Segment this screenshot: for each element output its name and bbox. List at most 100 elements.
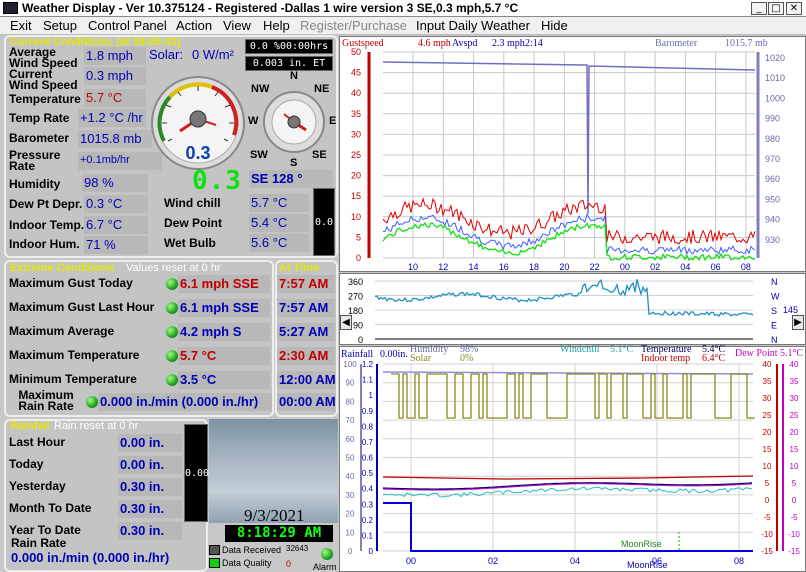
dewpt-depr-value: 0.3 °C (84, 195, 148, 213)
maximize-button[interactable]: □ (768, 2, 784, 15)
timer-hrs-display: 0.0 %00:00hrs (245, 39, 333, 54)
graph1-yleft-tick: 35 (351, 109, 361, 119)
graph3-yright1-tick: 15 (763, 445, 772, 454)
compass-nw-label: NW (251, 83, 270, 95)
graph3-yright1-tick: 30 (763, 394, 772, 403)
menu-register[interactable]: Register/Purchase (300, 18, 407, 33)
indoor-hum-value: 71 % (84, 236, 148, 254)
menu-setup[interactable]: Setup (43, 18, 77, 33)
graph3-yleft1-tick: 30 (346, 491, 355, 500)
graph-scroll-left-button[interactable]: ◀ (340, 315, 352, 330)
extreme-row-led (166, 350, 178, 362)
extreme-conditions-title: Extreme Conditions (10, 262, 114, 274)
graph3-yleft2-tick: 0.3 (362, 500, 374, 509)
graph-scroll-right-button[interactable]: ▶ (792, 315, 804, 330)
graph3-dew-label: Dew Point (735, 348, 778, 359)
graph1-yleft-tick: 20 (351, 171, 361, 181)
graph3-moonrise-label: MoonRise (621, 539, 662, 549)
pressure-rate-label: Pressure Rate (9, 148, 61, 173)
rainfall-reset-note: Rain reset at 0 hr (54, 420, 139, 432)
graph3-yright1-tick: 0 (765, 496, 770, 505)
rain-row-value: 0.30 in. (118, 500, 182, 518)
extreme-row-label: Maximum Gust Last Hour (9, 300, 155, 314)
windchill-value: 5.7 °C (249, 194, 309, 212)
graph3-yright2-tick: 25 (790, 411, 799, 420)
menu-view[interactable]: View (223, 18, 251, 33)
graph3-yright2-tick: -15 (788, 547, 800, 556)
graph1-x-tick: 20 (559, 262, 569, 272)
menu-action[interactable]: Action (176, 18, 212, 33)
graph3-yright1-tick: -5 (763, 513, 771, 522)
close-button[interactable]: ✕ (786, 2, 802, 15)
window-title: Weather Display - Ver 10.375124 - Regist… (22, 1, 519, 15)
graph1-x-tick: 10 (408, 262, 418, 272)
wetbulb-label: Wet Bulb (164, 236, 216, 250)
graph1-yright-tick: 1010 (765, 73, 785, 83)
graph3-yleft1-tick: 50 (346, 454, 355, 463)
extreme-row-time: 2:30 AM (277, 347, 335, 365)
dewpt-depr-label: Dew Pt Depr. (9, 197, 83, 211)
compass-w-label: W (248, 115, 259, 127)
menu-hide[interactable]: Hide (541, 18, 568, 33)
rain-row-value: 0.00 in. (118, 434, 182, 452)
graph2-yright-tick: N (771, 335, 778, 345)
extreme-row-label: Minimum Temperature (9, 372, 137, 386)
compass-se-label: SE (312, 149, 327, 161)
graph1-yright-tick: 980 (765, 134, 780, 144)
graph1-yright-tick: 940 (765, 215, 780, 225)
menu-input-daily-weather[interactable]: Input Daily Weather (416, 18, 530, 33)
weather-app-icon[interactable] (3, 2, 18, 14)
menu-exit[interactable]: Exit (10, 18, 32, 33)
graph3-yright2-tick: 10 (790, 462, 799, 471)
rain-row-label: Last Hour (9, 435, 66, 449)
wetbulb-value: 5.6 °C (249, 234, 309, 252)
extreme-row-label: Maximum Gust Today (9, 276, 133, 290)
extreme-row-time: 7:57 AM (277, 299, 335, 317)
graph1-x-tick: 12 (438, 262, 448, 272)
indoor-temp-value: 6.7 °C (84, 216, 148, 234)
graph2-yleft-tick: 90 (353, 321, 363, 331)
graph3-yright2-tick: 35 (790, 377, 799, 386)
graph1-yleft-tick: 10 (351, 212, 361, 222)
rain-row-label: Month To Date (9, 501, 92, 515)
temperature-value: 5.7 °C (84, 89, 146, 107)
extreme-row-time: 5:27 AM (277, 323, 335, 341)
wind-compass: N NE E SE S SW W NW (248, 70, 336, 168)
extreme-row-led (86, 396, 98, 408)
rain-row-value: 0.00 in. (118, 456, 182, 474)
graph1-x-tick: 06 (711, 262, 721, 272)
menu-control-panel[interactable]: Control Panel (88, 18, 167, 33)
extreme-row-value: 5.7 °C (178, 347, 270, 365)
graph1-x-tick: 04 (680, 262, 690, 272)
graph3-yleft2-tick: 0.8 (362, 422, 374, 431)
graph3-yleft2-tick: 1 (369, 391, 374, 400)
graph1-yleft-tick: 15 (351, 191, 361, 201)
graph3-yleft1-tick: 90 (346, 379, 355, 388)
alarm-label: Alarm (313, 562, 337, 572)
graph3-rain-value: 0.00in. (380, 349, 408, 360)
graph3-yleft2-tick: 0.6 (362, 454, 374, 463)
rain-row-label: Yesterday (9, 479, 66, 493)
extreme-row-value: 0.000 in./min (0.000 in./hr) (98, 393, 272, 411)
graph3-yleft1-tick: 20 (346, 510, 355, 519)
graph3-yleft1-tick: 100 (343, 360, 357, 369)
graph3-yright1-tick: 40 (763, 360, 772, 369)
alarm-led[interactable] (321, 548, 333, 560)
graph3-yright2-tick: 5 (792, 479, 797, 488)
extreme-row-led (166, 374, 178, 386)
windchill-label: Wind chill (164, 196, 221, 210)
graph3-yright1-tick: 10 (763, 462, 772, 471)
extreme-row-time: 12:00 AM (277, 371, 336, 389)
extreme-row-label: Maximum Average (9, 324, 115, 338)
menu-help[interactable]: Help (263, 18, 290, 33)
graph1-x-tick: 22 (590, 262, 600, 272)
barometer-value: 1015.8 mb (78, 130, 152, 148)
minimize-button[interactable]: _ (751, 2, 767, 15)
data-quality-value: 0 (286, 559, 292, 569)
extreme-row-led (166, 278, 178, 290)
graph3-x-tick: 04 (570, 556, 580, 566)
graph1-barometer-line (382, 61, 756, 215)
compass-e-label: E (329, 115, 336, 127)
graph3-rainfall-line (383, 502, 753, 552)
graph3-yright2-tick: 15 (790, 445, 799, 454)
